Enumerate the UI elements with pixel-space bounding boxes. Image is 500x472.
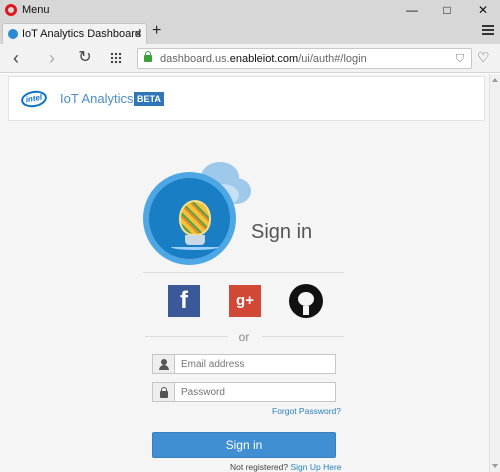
maximize-button[interactable]: □ [438,2,456,18]
shield-icon[interactable]: ⛉ [456,53,464,66]
password-lock-icon [153,383,175,401]
forgot-password-link[interactable]: Forgot Password? [272,406,341,416]
signin-title: Sign in [251,221,313,243]
tab-close-icon[interactable]: × [134,26,142,41]
lightbulb-icon [143,172,236,265]
bookmark-heart-icon[interactable]: ♡ [477,49,490,66]
reload-icon[interactable]: ↻ [76,49,94,67]
or-divider-right [262,336,344,337]
tab-iot-analytics[interactable]: IoT Analytics Dashboard × [2,23,147,44]
password-input[interactable] [176,383,334,401]
not-registered-label: Not registered? [230,462,291,472]
beta-badge: BETA [134,92,164,106]
scroll-up-icon[interactable] [492,78,498,82]
iot-logo [143,160,253,265]
favicon-icon [8,29,18,39]
address-toolbar: ‹ › ↻ dashboard.us.enableiot.com/ui/auth… [0,44,500,73]
app-header: intel IoT Analytics BETA [8,76,485,121]
divider [143,272,344,273]
lock-icon [144,51,152,62]
or-label: or [238,330,250,344]
intel-logo: intel [19,88,49,110]
speed-dial-icon[interactable] [110,52,122,64]
email-input[interactable] [176,355,334,373]
minimize-button[interactable]: — [403,2,421,18]
tab-strip: IoT Analytics Dashboard × [0,21,500,44]
menu-button[interactable]: Menu [22,4,50,16]
tab-menu-icon[interactable] [482,23,494,35]
title-bar: Menu — □ ✕ [0,0,500,21]
or-divider-left [145,336,228,337]
google-plus-login-button[interactable]: g+ [229,285,261,317]
email-field[interactable] [152,354,336,374]
new-tab-button[interactable]: + [152,22,161,40]
opera-logo-icon[interactable] [5,4,17,16]
forward-icon[interactable]: › [43,49,61,67]
scroll-down-icon[interactable] [492,464,498,468]
address-bar[interactable]: dashboard.us.enableiot.com/ui/auth#/logi… [137,48,472,69]
back-icon[interactable]: ‹ [7,49,25,67]
page-viewport: intel IoT Analytics BETA [0,74,489,472]
scrollbar[interactable] [489,74,500,472]
signup-link[interactable]: Sign Up Here [290,462,341,472]
password-field[interactable] [152,382,336,402]
tab-title: IoT Analytics Dashboard [22,28,142,40]
url-text[interactable]: dashboard.us.enableiot.com/ui/auth#/logi… [160,53,367,65]
close-window-button[interactable]: ✕ [474,2,492,18]
user-icon [153,355,175,373]
facebook-login-button[interactable]: f [168,285,200,317]
github-login-button[interactable] [289,284,323,318]
signin-button[interactable]: Sign in [152,432,336,458]
register-text: Not registered? Sign Up Here [230,462,342,472]
app-title[interactable]: IoT Analytics [60,91,133,106]
